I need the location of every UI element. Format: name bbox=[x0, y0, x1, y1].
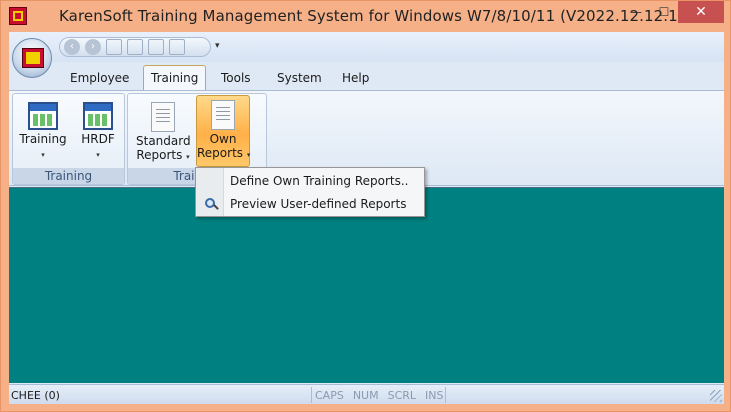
tab-system[interactable]: System bbox=[277, 71, 322, 85]
tab-training[interactable]: Training bbox=[143, 65, 207, 91]
menu-item-preview-user-reports[interactable]: Preview User-defined Reports bbox=[196, 193, 424, 215]
maximize-button[interactable]: ☐ bbox=[650, 1, 678, 23]
own-reports-dropdown-menu: Define Own Training Reports.. Preview Us… bbox=[195, 167, 425, 217]
standard-reports-label-1: Standard bbox=[136, 134, 191, 148]
tab-help[interactable]: Help bbox=[342, 71, 369, 85]
application-menu-button[interactable] bbox=[12, 38, 52, 78]
own-reports-label-1: Own bbox=[209, 132, 237, 146]
report-document-icon bbox=[151, 102, 175, 132]
quick-access-buttons: ‹ › bbox=[59, 37, 211, 57]
group-label-training: Training bbox=[13, 168, 124, 184]
minimize-button[interactable]: — bbox=[622, 1, 650, 23]
status-divider bbox=[311, 387, 312, 403]
tab-tools[interactable]: Tools bbox=[221, 71, 251, 85]
karensoft-logo-icon bbox=[22, 48, 44, 68]
status-user: CHEE (0) bbox=[11, 389, 60, 402]
menu-item-label: Define Own Training Reports.. bbox=[230, 174, 409, 188]
tile-vertical-icon[interactable] bbox=[127, 39, 143, 55]
magnifier-icon bbox=[204, 197, 219, 211]
client-area: ‹ › ▾ Employee Training Tools System Hel… bbox=[9, 32, 724, 404]
own-reports-label-2: Reports ▾ bbox=[197, 146, 251, 160]
window-title: KarenSoft Training Management System for… bbox=[59, 7, 684, 25]
chevron-down-icon: ▾ bbox=[186, 153, 190, 161]
customize-toolbar-icon[interactable]: ▾ bbox=[215, 41, 220, 51]
close-button[interactable]: ✕ bbox=[678, 1, 724, 23]
status-ins: INS bbox=[425, 389, 444, 402]
training-button-label: Training bbox=[19, 132, 67, 146]
standard-reports-button[interactable]: Standard Reports ▾ bbox=[136, 98, 191, 166]
cascade-windows-icon[interactable] bbox=[106, 39, 122, 55]
app-logo-icon[interactable] bbox=[9, 7, 27, 25]
title-bar[interactable]: KarenSoft Training Management System for… bbox=[1, 1, 730, 31]
status-bar: CHEE (0) CAPS NUM SCRL INS bbox=[9, 384, 724, 404]
window-controls: — ☐ ✕ bbox=[622, 1, 724, 23]
quick-access-toolbar: ‹ › ▾ bbox=[9, 32, 724, 78]
forward-icon[interactable]: › bbox=[85, 39, 101, 55]
ribbon-tabs: Employee Training Tools System Help bbox=[9, 62, 724, 91]
resize-grip-icon[interactable] bbox=[710, 390, 722, 402]
report-document-icon bbox=[211, 100, 235, 130]
status-keys: CAPS NUM SCRL INS bbox=[315, 389, 444, 402]
tab-employee[interactable]: Employee bbox=[70, 71, 129, 85]
back-icon[interactable]: ‹ bbox=[64, 39, 80, 55]
status-divider bbox=[445, 387, 446, 403]
menu-item-define-own-reports[interactable]: Define Own Training Reports.. bbox=[196, 170, 424, 192]
hrdf-button-label: HRDF bbox=[81, 132, 115, 146]
training-button[interactable]: Training ▾ bbox=[16, 98, 70, 166]
calendar-grid-icon bbox=[28, 102, 58, 130]
calendar-grid-icon bbox=[83, 102, 113, 130]
chevron-down-icon: ▾ bbox=[246, 151, 251, 159]
status-scrl: SCRL bbox=[387, 389, 417, 402]
menu-item-label: Preview User-defined Reports bbox=[230, 197, 407, 211]
hrdf-button[interactable]: HRDF ▾ bbox=[71, 98, 125, 166]
own-reports-button[interactable]: Own Reports ▾ bbox=[196, 95, 250, 167]
status-num: NUM bbox=[352, 389, 379, 402]
app-window: KarenSoft Training Management System for… bbox=[0, 0, 731, 412]
status-caps: CAPS bbox=[315, 389, 344, 402]
standard-reports-label-2: Reports ▾ bbox=[136, 148, 190, 162]
chevron-down-icon: ▾ bbox=[41, 151, 45, 159]
tile-horizontal-icon[interactable] bbox=[148, 39, 164, 55]
chevron-down-icon: ▾ bbox=[96, 151, 100, 159]
restore-windows-icon[interactable] bbox=[169, 39, 185, 55]
ribbon-group-training: Training ▾ HRDF ▾ Training bbox=[12, 93, 125, 185]
